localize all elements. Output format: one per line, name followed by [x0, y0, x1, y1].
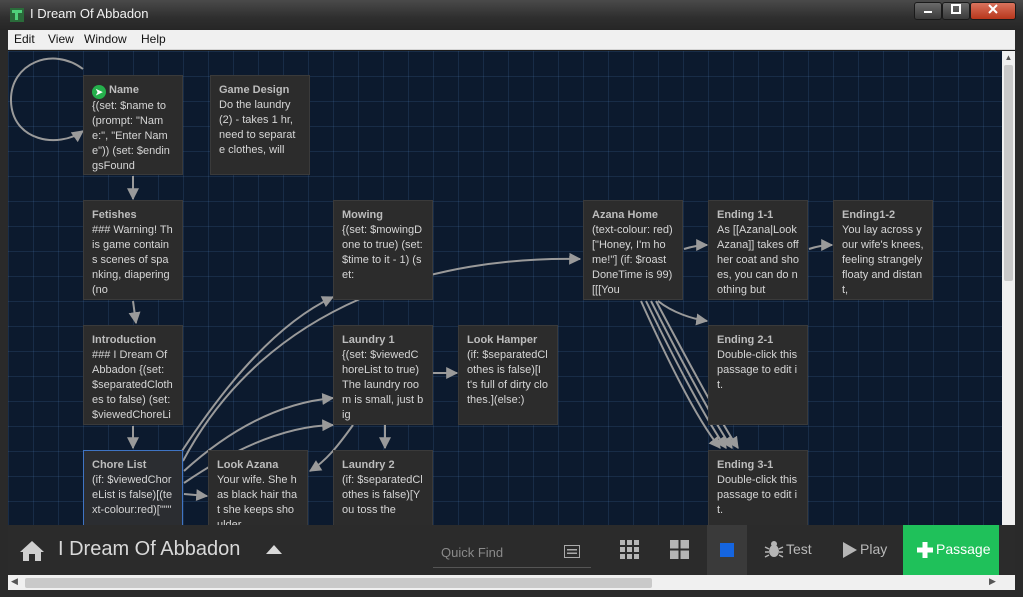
passage-name[interactable]: ➤ Name {(set: $name to (prompt: "Name:", … — [83, 75, 183, 175]
passage-azana-home[interactable]: Azana Home (text-colour: red)["Honey, I'… — [583, 200, 683, 300]
link-chorelist-lookazana — [183, 489, 209, 502]
passage-title: Ending 2-1 — [717, 334, 774, 346]
window-frame-bottom — [0, 590, 1023, 597]
close-button[interactable] — [970, 2, 1016, 20]
passage-game-design[interactable]: Game Design Do the laundry (2) - takes 1… — [210, 75, 310, 175]
passage-title: Mowing — [342, 209, 383, 221]
passage-excerpt: {(set: $name to (prompt: "Name:", "Enter… — [92, 100, 170, 172]
window-titlebar: I Dream Of Abbadon — [0, 0, 1023, 30]
passage-excerpt: {(set: $viewedChoreList to true) The lau… — [342, 349, 424, 421]
passage-title: Ending 1-1 — [717, 209, 774, 221]
quick-find-input[interactable] — [441, 542, 556, 562]
maximize-button[interactable] — [942, 2, 970, 20]
passage-title: Game Design — [219, 84, 290, 96]
minimize-icon — [924, 11, 932, 13]
new-passage-button[interactable]: Passage — [903, 525, 999, 575]
highlight-options-icon[interactable] — [564, 545, 580, 558]
passage-excerpt: ### I Dream Of Abbadon {(set: $separated… — [92, 349, 173, 421]
passage-title: Laundry 2 — [342, 459, 395, 471]
plus-icon — [917, 542, 933, 558]
vertical-scroll-thumb[interactable] — [1004, 65, 1013, 281]
passage-excerpt: Double-click this passage to edit it. — [717, 349, 798, 391]
vertical-scrollbar[interactable]: ▲ — [1002, 51, 1015, 525]
passage-excerpt: Your wife. She has black hair that she k… — [217, 474, 298, 525]
story-map[interactable]: ➤ Name {(set: $name to (prompt: "Name:", … — [8, 51, 1002, 525]
zoom-large-button[interactable] — [707, 525, 747, 575]
link-fetishes-introduction — [128, 300, 141, 325]
passage-title: Laundry 1 — [342, 334, 395, 346]
window-frame-right — [1015, 30, 1023, 597]
home-icon[interactable] — [19, 539, 45, 563]
twine-app-icon — [10, 8, 24, 22]
passage-excerpt: {(set: $mowingDone to true) (set: $time … — [342, 224, 423, 281]
passage-look-azana[interactable]: Look Azana Your wife. She has black hair… — [208, 450, 308, 525]
passage-excerpt: You lay across your wife's knees, feelin… — [842, 224, 924, 296]
passage-excerpt: Do the laundry (2) - takes 1 hr, need to… — [219, 99, 296, 156]
passage-title: Chore List — [92, 459, 147, 471]
passage-title: Introduction — [92, 334, 157, 346]
bug-icon[interactable] — [764, 539, 784, 559]
passage-introduction[interactable]: Introduction ### I Dream Of Abbadon {(se… — [83, 325, 183, 425]
passage-look-hamper[interactable]: Look Hamper (if: $separatedClothes is fa… — [458, 325, 558, 425]
passage-title: Look Azana — [217, 459, 279, 471]
passage-excerpt: Double-click this passage to edit it. — [717, 474, 798, 516]
link-azanahome-ending11 — [683, 239, 709, 252]
scroll-up-arrow-icon[interactable]: ▲ — [1002, 51, 1015, 64]
horizontal-scroll-thumb[interactable] — [25, 578, 652, 588]
story-title[interactable]: I Dream Of Abbadon — [58, 538, 240, 561]
passage-excerpt: ### Warning! This game contains scenes o… — [92, 224, 173, 296]
play-button[interactable]: Play — [860, 541, 887, 557]
passage-excerpt: (text-colour: red)["Honey, I'm home!"] (… — [592, 224, 673, 296]
close-icon — [988, 4, 998, 14]
menu-edit[interactable]: Edit — [14, 32, 35, 46]
window-title: I Dream Of Abbadon — [30, 6, 149, 21]
passage-excerpt: As [[Azana|Look Azana]] takes off her co… — [717, 224, 799, 296]
passage-laundry-1[interactable]: Laundry 1 {(set: $viewedChoreList to tru… — [333, 325, 433, 425]
passage-excerpt: (if: $separatedClothes is false)[It's fu… — [467, 349, 548, 406]
passage-mowing[interactable]: Mowing {(set: $mowingDone to true) (set:… — [333, 200, 433, 300]
passage-excerpt: (if: $viewedChoreList is false)[(text-co… — [92, 474, 173, 516]
link-ending11-ending12 — [808, 239, 834, 252]
zoom-small-grid-icon[interactable] — [620, 540, 640, 560]
passage-title: Ending1-2 — [842, 209, 896, 221]
new-passage-label: Passage — [936, 541, 991, 557]
passage-title: Azana Home — [592, 209, 659, 221]
quick-find-field[interactable] — [433, 536, 591, 568]
maximize-icon — [951, 4, 961, 14]
menu-window[interactable]: Window — [84, 32, 127, 46]
passage-laundry-2[interactable]: Laundry 2 (if: $separatedClothes is fals… — [333, 450, 433, 525]
test-button[interactable]: Test — [786, 541, 812, 557]
passage-fetishes[interactable]: Fetishes ### Warning! This game contains… — [83, 200, 183, 300]
link-name-self — [9, 57, 84, 143]
menu-view[interactable]: View — [48, 32, 74, 46]
passage-chore-list[interactable]: Chore List (if: $viewedChoreList is fals… — [83, 450, 183, 525]
passage-ending-3-1[interactable]: Ending 3-1 Double-click this passage to … — [708, 450, 808, 525]
passage-ending1-2[interactable]: Ending1-2 You lay across your wife's kne… — [833, 200, 933, 300]
passage-title: Look Hamper — [467, 334, 538, 346]
story-toolbar: I Dream Of Abbadon Test — [8, 525, 1015, 575]
minimize-button[interactable] — [914, 2, 942, 20]
window-frame-left — [0, 30, 8, 597]
passage-title: Ending 3-1 — [717, 459, 774, 471]
caret-up-icon[interactable] — [266, 545, 282, 554]
play-icon[interactable] — [842, 541, 858, 559]
passage-title: Fetishes — [92, 209, 137, 221]
menu-bar: Edit View Window Help — [8, 30, 1015, 50]
passage-title: Name — [109, 84, 139, 96]
scroll-left-arrow-icon[interactable]: ◀ — [11, 576, 18, 587]
passage-excerpt: (if: $separatedClothes is false)[You tos… — [342, 474, 423, 516]
rocket-icon: ➤ — [92, 85, 106, 99]
passage-ending-1-1[interactable]: Ending 1-1 As [[Azana|Look Azana]] takes… — [708, 200, 808, 300]
zoom-large-square-icon — [720, 543, 734, 557]
passage-ending-2-1[interactable]: Ending 2-1 Double-click this passage to … — [708, 325, 808, 425]
scroll-right-arrow-icon[interactable]: ▶ — [989, 576, 996, 587]
menu-help[interactable]: Help — [141, 32, 166, 46]
zoom-medium-grid-icon[interactable] — [670, 540, 690, 560]
horizontal-scrollbar[interactable]: ◀ ▶ — [8, 575, 1015, 590]
